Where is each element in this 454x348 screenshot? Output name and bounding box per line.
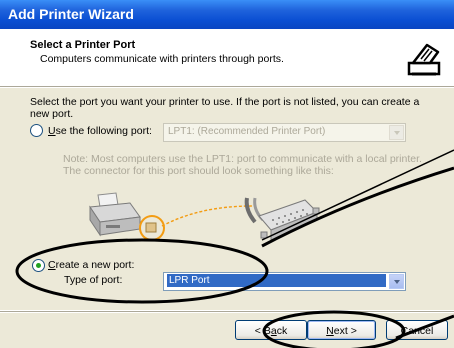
note-line-1: Note: Most computers use the LPT1: port … [63,153,422,165]
back-label-post: ck [276,325,288,337]
create-new-port-label[interactable]: Create a new port: [48,259,134,271]
next-label-post: ext > [333,325,357,337]
note-line-2: The connector for this port should look … [63,165,334,177]
radio-selected-dot [36,263,41,268]
use-port-label-rest: se the following port: [55,125,152,137]
create-port-accelerator: C [48,259,56,271]
chevron-down-icon [394,280,400,284]
port-type-value: LPR Port [167,274,386,287]
existing-port-dropdown-button[interactable] [389,125,404,140]
title-bar[interactable]: Add Printer Wizard [0,0,454,29]
instruction-line-1: Select the port you want your printer to… [30,96,420,108]
next-button[interactable]: Next > [307,320,376,340]
add-printer-wizard-window: Add Printer Wizard Select a Printer Port… [0,0,454,348]
use-following-port-label[interactable]: Use the following port: [48,125,152,137]
parallel-cable-illustration [244,197,320,241]
back-button[interactable]: < Back [235,320,307,340]
page-subtitle: Computers communicate with printers thro… [40,53,284,65]
port-type-dropdown[interactable]: LPR Port [163,272,406,291]
existing-port-dropdown[interactable]: LPT1: (Recommended Printer Port) [163,123,406,142]
page-title: Select a Printer Port [30,39,136,51]
chevron-down-icon [394,131,400,135]
printer-header-icon [403,38,445,80]
next-accelerator: N [326,325,334,337]
create-new-port-radio[interactable] [32,259,45,272]
existing-port-value: LPT1: (Recommended Printer Port) [168,126,326,137]
instruction-line-2: new port. [30,108,74,120]
port-type-dropdown-button[interactable] [389,274,404,289]
back-label-pre: < B [254,325,271,337]
use-following-port-radio[interactable] [30,124,43,137]
type-of-port-label: Type of port: [64,274,123,286]
use-port-accelerator: U [48,125,56,137]
cancel-button[interactable]: Cancel [386,320,448,340]
create-port-label-rest: reate a new port: [55,259,135,271]
window-title: Add Printer Wizard [8,6,134,22]
